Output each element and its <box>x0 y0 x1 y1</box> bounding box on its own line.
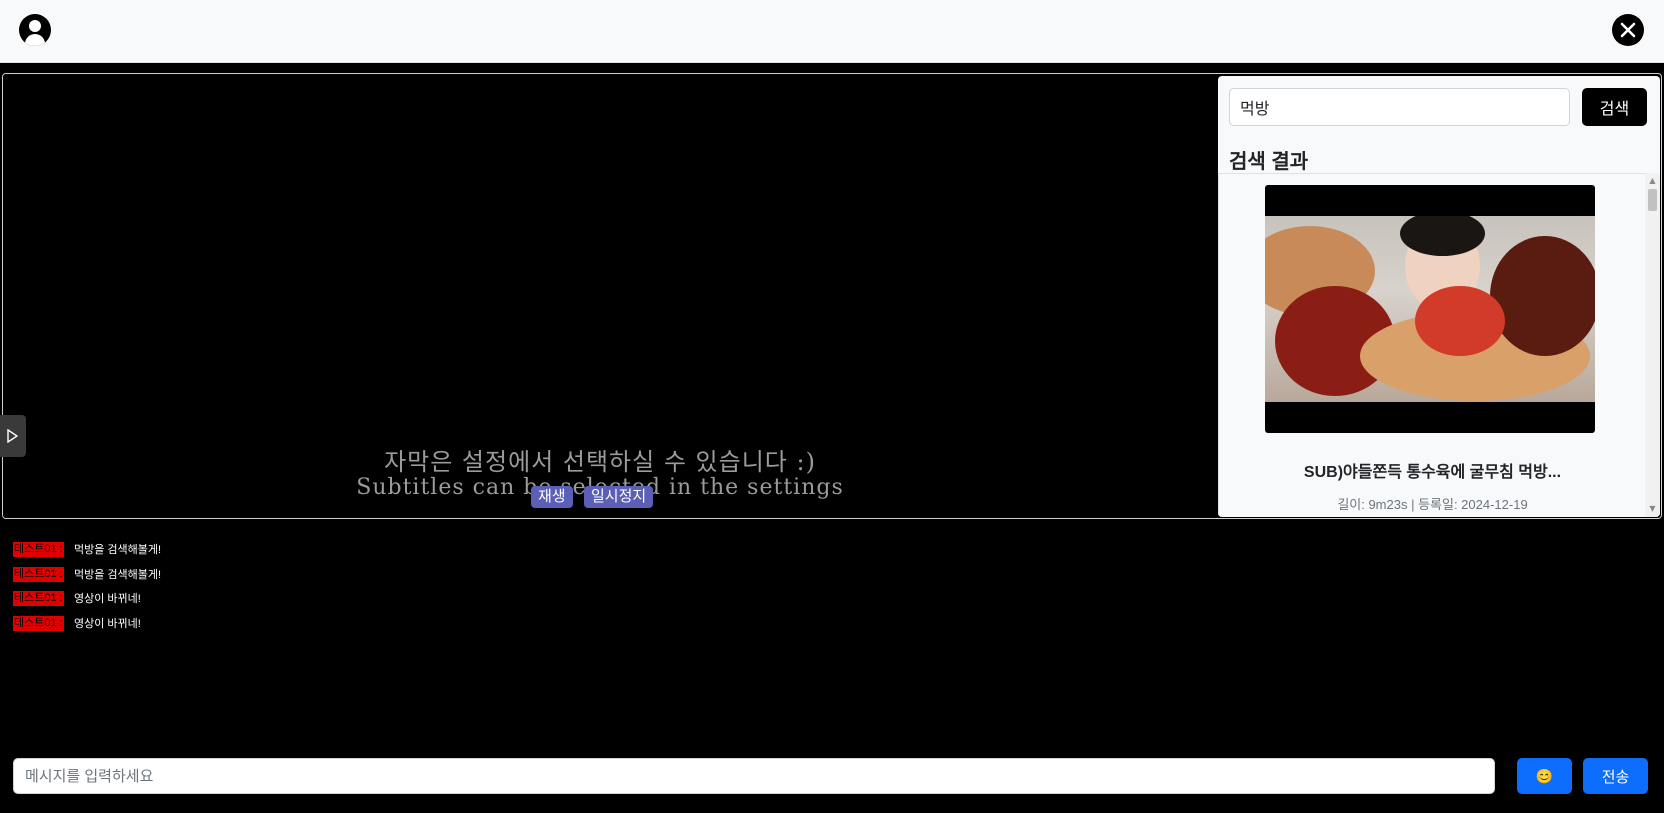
chat-log: 테스트01 : 먹방을 검색해볼게! 테스트01 : 먹방을 검색해볼게! 테스… <box>13 542 613 640</box>
user-avatar-icon[interactable] <box>19 14 51 46</box>
pause-button[interactable]: 일시정지 <box>584 486 654 508</box>
chat-message: 테스트01 : 먹방을 검색해볼게! <box>13 542 613 567</box>
scroll-down-icon[interactable]: ▼ <box>1645 503 1660 515</box>
play-button[interactable]: 재생 <box>531 486 573 508</box>
result-meta: 길이: 9m23s | 등록일: 2024-12-19 <box>1337 497 1528 512</box>
chat-username: 테스트01 : <box>13 591 64 606</box>
top-bar <box>0 0 1664 63</box>
close-icon[interactable] <box>1612 14 1644 46</box>
subtitle-korean: 자막은 설정에서 선택하실 수 있습니다 :) <box>384 448 816 476</box>
emoji-button[interactable]: 😊 <box>1517 758 1572 794</box>
scroll-up-icon[interactable]: ▲ <box>1645 175 1660 187</box>
results-list: SUB)야들쫀득 통수육에 굴무침 먹방... 길이: 9m23s | 등록일:… <box>1218 173 1645 517</box>
chat-message: 테스트01 : 영상이 바뀌네! <box>13 591 613 616</box>
results-scrollbar[interactable]: ▲ ▼ <box>1645 173 1660 517</box>
play-triangle-icon <box>7 429 18 443</box>
chat-text: 영상이 바뀌네! <box>74 593 141 605</box>
search-input[interactable] <box>1229 88 1570 126</box>
chat-username: 테스트01 : <box>13 542 64 557</box>
result-thumbnail[interactable] <box>1265 185 1595 433</box>
chat-message: 테스트01 : 영상이 바뀌네! <box>13 615 613 641</box>
chat-text: 먹방을 검색해볼게! <box>74 544 162 556</box>
sidebar-toggle-button[interactable] <box>0 415 26 457</box>
send-button[interactable]: 전송 <box>1583 758 1648 794</box>
search-button[interactable]: 검색 <box>1582 88 1647 126</box>
message-input[interactable] <box>13 758 1495 794</box>
chat-text: 영상이 바뀌네! <box>74 617 141 630</box>
search-panel: 검색 검색 결과 SUB)야들쫀득 통수육에 굴무침 먹방... 길이: 9m2… <box>1218 76 1660 517</box>
chat-text: 먹방을 검색해볼게! <box>74 568 162 581</box>
chat-username: 테스트01 : <box>13 615 64 631</box>
chat-username: 테스트01 : <box>13 566 64 582</box>
chat-message: 테스트01 : 먹방을 검색해볼게! <box>13 566 613 592</box>
scrollbar-thumb[interactable] <box>1648 189 1657 211</box>
thumbnail-image <box>1265 216 1595 402</box>
video-player[interactable]: 자막은 설정에서 선택하실 수 있습니다 :) Subtitles can be… <box>3 74 1217 518</box>
results-title: 검색 결과 <box>1229 151 1309 173</box>
result-title[interactable]: SUB)야들쫀득 통수육에 굴무침 먹방... <box>1219 458 1645 482</box>
